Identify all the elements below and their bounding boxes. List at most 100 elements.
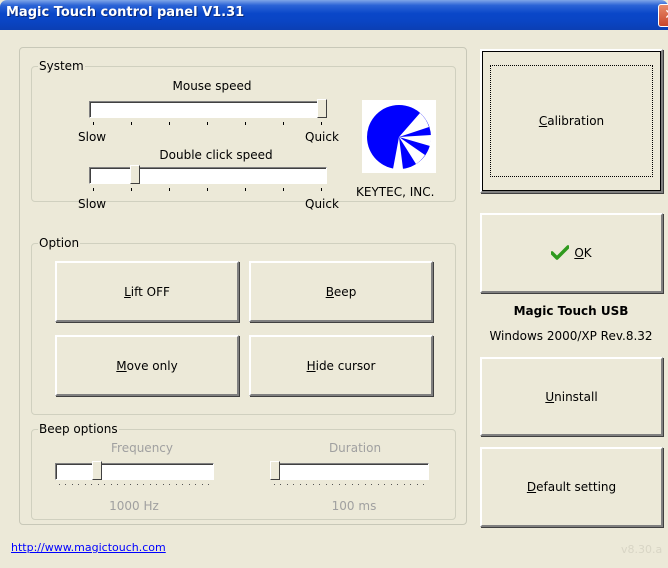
duration-value: 100 ms (331, 499, 377, 513)
slider-tick (93, 188, 94, 191)
slider-tick (156, 484, 157, 485)
slider-tick (202, 484, 203, 485)
slider-tick (150, 484, 151, 485)
slider-tick (283, 188, 284, 191)
close-button[interactable]: ✕ (658, 4, 668, 27)
slider-tick (321, 188, 322, 191)
slider-tick (280, 484, 281, 485)
slider-tick (293, 484, 294, 485)
slider-tick (283, 122, 284, 125)
title-bar: Magic Touch control panel V1.31 ✕ (0, 0, 668, 30)
slider-tick (137, 484, 138, 485)
slider-tick (300, 484, 301, 485)
double-click-max-label: Quick (305, 197, 339, 211)
mouse-speed-label: Mouse speed (172, 79, 252, 93)
beep-options-legend: Beep options (39, 422, 118, 436)
frequency-thumb[interactable] (92, 461, 102, 480)
slider-tick (182, 484, 183, 485)
slider-tick (371, 484, 372, 485)
slider-tick (176, 484, 177, 485)
option-legend: Option (39, 236, 80, 250)
slider-tick (274, 484, 275, 485)
slider-tick (98, 484, 99, 485)
slider-tick (65, 484, 66, 485)
mouse-speed-min-label: Slow (78, 130, 107, 144)
slider-tick (378, 484, 379, 485)
slider-tick (91, 484, 92, 485)
duration-label: Duration (328, 441, 382, 455)
slider-tick (207, 188, 208, 191)
slider-tick (163, 484, 164, 485)
window-title: Magic Touch control panel V1.31 (6, 5, 245, 20)
default-setting-button[interactable]: Default setting (480, 447, 663, 527)
slider-tick (104, 484, 105, 485)
mouse-speed-slider[interactable] (89, 101, 327, 118)
slider-tick (352, 484, 353, 485)
system-legend: System (39, 59, 84, 73)
brand-name: KEYTEC, INC. (356, 185, 435, 199)
slider-tick (195, 484, 196, 485)
calibration-button[interactable]: Calibration (480, 49, 663, 193)
slider-tick (78, 484, 79, 485)
slider-tick (245, 188, 246, 191)
slider-tick (131, 122, 132, 125)
slider-tick (306, 484, 307, 485)
slider-tick (321, 122, 322, 125)
slider-tick (339, 484, 340, 485)
slider-tick (365, 484, 366, 485)
slider-tick (207, 122, 208, 125)
slider-tick (313, 484, 314, 485)
slider-tick (423, 484, 424, 485)
slider-tick (169, 122, 170, 125)
duration-slider[interactable] (270, 463, 429, 480)
slider-tick (93, 122, 94, 125)
slider-tick (391, 484, 392, 485)
slider-tick (85, 484, 86, 485)
version-note: v8.30.a (621, 543, 663, 556)
slider-tick (208, 484, 209, 485)
slider-tick (397, 484, 398, 485)
slider-tick (111, 484, 112, 485)
slider-tick (345, 484, 346, 485)
slider-tick (131, 188, 132, 191)
slider-tick (358, 484, 359, 485)
frequency-slider[interactable] (55, 463, 214, 480)
slider-tick (72, 484, 73, 485)
checkmark-icon (551, 245, 570, 260)
slider-tick (169, 188, 170, 191)
slider-tick (417, 484, 418, 485)
slider-tick (143, 484, 144, 485)
slider-tick (189, 484, 190, 485)
ok-button[interactable]: OK (480, 213, 663, 293)
double-click-speed-label: Double click speed (159, 148, 273, 162)
slider-tick (404, 484, 405, 485)
beep-button[interactable]: Beep (249, 261, 433, 322)
close-icon: ✕ (664, 7, 668, 23)
mouse-speed-max-label: Quick (305, 130, 339, 144)
uninstall-button[interactable]: Uninstall (480, 357, 663, 436)
double-click-speed-slider[interactable] (89, 167, 327, 184)
frequency-value: 1000 Hz (109, 499, 159, 513)
keytec-logo-icon (362, 100, 436, 173)
hide-cursor-button[interactable]: Hide cursor (249, 335, 433, 396)
slider-tick (384, 484, 385, 485)
mouse-speed-thumb[interactable] (317, 99, 327, 118)
product-revision: Windows 2000/XP Rev.8.32 (489, 329, 653, 343)
slider-tick (130, 484, 131, 485)
double-click-speed-thumb[interactable] (130, 165, 140, 184)
move-only-button[interactable]: Move only (55, 335, 239, 396)
lift-off-button[interactable]: Lift OFF (55, 261, 239, 322)
slider-tick (410, 484, 411, 485)
slider-tick (117, 484, 118, 485)
slider-tick (319, 484, 320, 485)
slider-tick (169, 484, 170, 485)
slider-tick (287, 484, 288, 485)
slider-tick (59, 484, 60, 485)
duration-thumb[interactable] (270, 461, 280, 480)
slider-tick (326, 484, 327, 485)
frequency-label: Frequency (111, 441, 173, 455)
product-name: Magic Touch USB (513, 304, 629, 318)
slider-tick (124, 484, 125, 485)
website-link[interactable]: http://www.magictouch.com (11, 541, 166, 554)
slider-tick (332, 484, 333, 485)
